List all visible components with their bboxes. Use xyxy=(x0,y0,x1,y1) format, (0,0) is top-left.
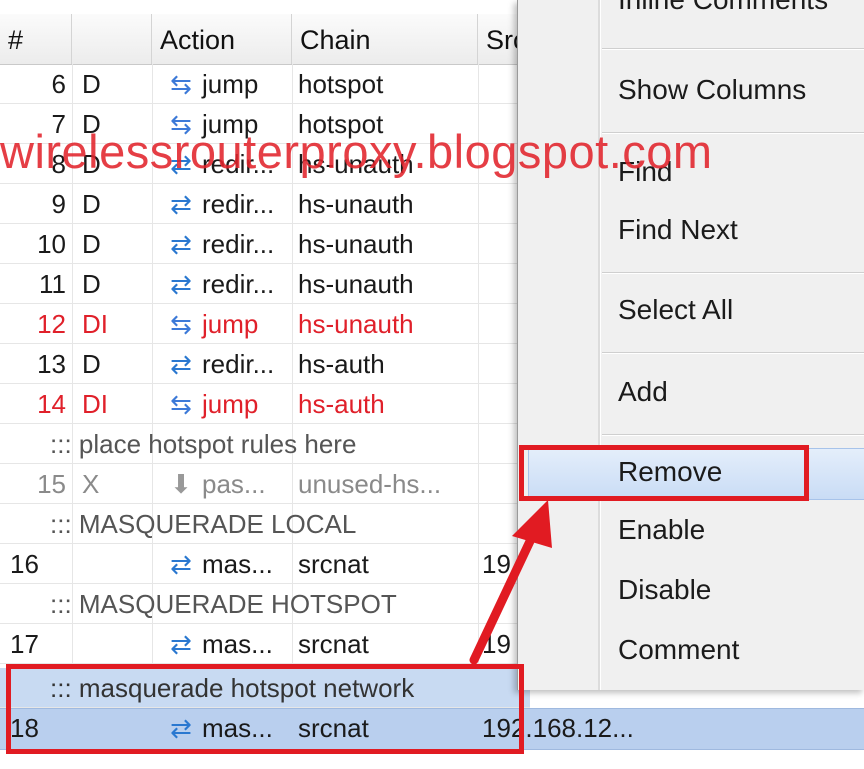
watermark-text: wirelessrouterproxy.blogspot.com xyxy=(0,125,713,178)
arrow-head xyxy=(512,500,552,548)
annotation-arrow-icon xyxy=(469,500,552,665)
